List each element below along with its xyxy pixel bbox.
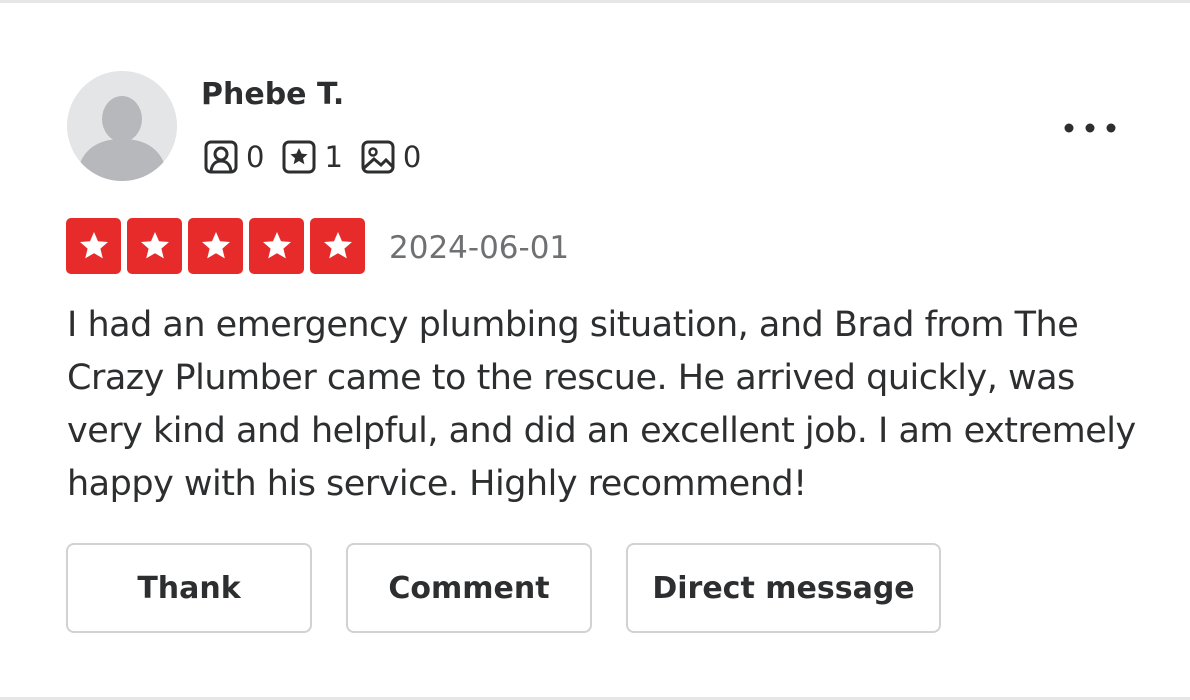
reviews-stat: 1	[281, 139, 343, 175]
review-star-icon	[281, 139, 317, 175]
thank-button[interactable]: Thank	[66, 543, 312, 633]
star-icon	[127, 218, 182, 274]
star-icon	[310, 218, 365, 274]
review-date: 2024-06-01	[389, 230, 570, 266]
star-icon	[66, 218, 121, 274]
friend-icon	[203, 139, 239, 175]
default-user-avatar-icon	[67, 71, 177, 181]
star-icon	[188, 218, 243, 274]
review-card: Phebe T. 0 1 0 2024-06-01 I had an emerg…	[0, 0, 1190, 700]
comment-button[interactable]: Comment	[346, 543, 592, 633]
friends-stat: 0	[203, 139, 264, 175]
photos-count: 0	[402, 140, 422, 174]
photo-icon	[360, 139, 396, 175]
photos-stat: 0	[360, 139, 421, 175]
more-horizontal-icon	[1064, 123, 1116, 133]
direct-message-button[interactable]: Direct message	[626, 543, 941, 633]
user-stats: 0 1 0	[203, 138, 438, 176]
star-icon	[249, 218, 304, 274]
friends-count: 0	[246, 140, 265, 174]
user-name[interactable]: Phebe T.	[201, 75, 344, 115]
review-text: I had an emergency plumbing situation, a…	[67, 305, 1136, 504]
star-rating	[66, 218, 371, 274]
avatar[interactable]	[67, 71, 177, 181]
review-actions: Thank Comment Direct message	[66, 543, 975, 633]
reviews-count: 1	[324, 140, 343, 174]
more-options-button[interactable]	[1058, 111, 1122, 145]
